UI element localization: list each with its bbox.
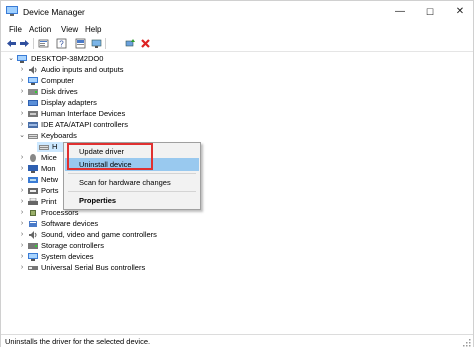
tree-item-label: Computer (41, 76, 74, 85)
chevron-right-icon[interactable]: › (19, 186, 25, 196)
storage-icon (28, 243, 38, 249)
chevron-right-icon[interactable]: › (19, 87, 25, 97)
keyboard-icon (28, 134, 38, 139)
tree-item-label: Audio inputs and outputs (41, 65, 124, 74)
menu-item-properties[interactable]: Properties (65, 194, 199, 207)
menu-separator (68, 173, 196, 174)
toolbar-separator (105, 38, 106, 49)
update-driver-icon[interactable] (75, 38, 86, 49)
ide-icon (28, 122, 38, 128)
svg-text:?: ? (59, 40, 64, 49)
menu-item-label: Properties (79, 196, 117, 205)
chevron-right-icon[interactable]: › (19, 219, 25, 229)
menu-item-label: Scan for hardware changes (79, 178, 171, 187)
tree-item-label: Sound, video and game controllers (41, 230, 157, 239)
mouse-icon (30, 154, 36, 162)
toolbar: ? (1, 36, 473, 52)
chevron-right-icon[interactable]: › (19, 98, 25, 108)
menu-view[interactable]: View (61, 23, 78, 36)
chevron-right-icon[interactable]: › (19, 252, 25, 262)
menu-file[interactable]: File (9, 23, 22, 36)
toolbar-separator (33, 38, 34, 49)
chevron-right-icon[interactable]: › (19, 197, 25, 207)
close-button[interactable]: ✕ (445, 1, 474, 23)
tree-item-label: Storage controllers (41, 241, 104, 250)
chevron-right-icon[interactable]: › (19, 65, 25, 75)
highlight-annotation-box (67, 143, 153, 170)
add-legacy-icon[interactable] (125, 38, 136, 49)
usb-icon (28, 266, 38, 270)
display-icon (28, 100, 38, 106)
device-manager-window: Device Manager — ☐ ✕ File Action View He… (0, 0, 474, 348)
tree-item-label: Display adapters (41, 98, 97, 107)
menu-separator (68, 191, 196, 192)
maximize-button[interactable]: ☐ (415, 1, 445, 23)
status-text: Uninstalls the driver for the selected d… (5, 337, 151, 346)
chevron-right-icon[interactable]: › (19, 153, 25, 163)
sound-icon (29, 231, 37, 239)
computer-icon (17, 55, 27, 63)
software-icon (29, 221, 37, 227)
disk-icon (28, 89, 38, 95)
computer-icon (28, 77, 38, 85)
tree-item-label: Universal Serial Bus controllers (41, 263, 146, 272)
chevron-right-icon[interactable]: › (19, 76, 25, 86)
chevron-right-icon[interactable]: › (19, 263, 25, 273)
menu-help[interactable]: Help (85, 23, 101, 36)
tree-item-label: Ports (41, 186, 59, 195)
window-title: Device Manager (23, 7, 85, 17)
chevron-right-icon[interactable]: › (19, 241, 25, 251)
chevron-right-icon[interactable]: › (19, 230, 25, 240)
scan-hardware-icon[interactable] (91, 38, 102, 49)
minimize-button[interactable]: — (385, 1, 415, 23)
menu-action[interactable]: Action (29, 23, 51, 36)
tree-item-label: Print (41, 197, 57, 206)
speaker-icon (29, 66, 37, 74)
forward-arrow-icon[interactable] (19, 38, 30, 49)
uninstall-icon[interactable] (140, 38, 151, 49)
chevron-down-icon[interactable]: ⌄ (8, 54, 14, 64)
chevron-right-icon[interactable]: › (19, 109, 25, 119)
tree-item-label: H (52, 142, 58, 151)
monitor-icon (28, 165, 38, 173)
tree-item-label: Software devices (41, 219, 99, 228)
chevron-right-icon[interactable]: › (19, 208, 25, 218)
keyboard-icon (39, 145, 49, 150)
system-icon (28, 253, 38, 261)
tree-item-label: Disk drives (41, 87, 78, 96)
tree-item-label: IDE ATA/ATAPI controllers (41, 120, 128, 129)
tree-item-label: Mon (41, 164, 56, 173)
printer-icon (28, 198, 38, 205)
menu-bar: File Action View Help (1, 23, 473, 36)
status-bar: Uninstalls the driver for the selected d… (1, 334, 473, 348)
tree-item-label: Netw (41, 175, 59, 184)
tree-item-label: System devices (41, 252, 94, 261)
port-icon (28, 188, 38, 194)
tree-item-label: Human Interface Devices (41, 109, 126, 118)
tree-item-label: Keyboards (41, 131, 77, 140)
device-manager-icon (6, 6, 18, 16)
chevron-right-icon[interactable]: › (19, 164, 25, 174)
properties-icon[interactable] (38, 38, 49, 49)
hid-icon (28, 111, 38, 117)
help-icon[interactable]: ? (56, 38, 67, 49)
network-icon (28, 177, 38, 183)
resize-grip-icon[interactable] (463, 339, 471, 347)
menu-item-scan-hardware[interactable]: Scan for hardware changes (65, 176, 199, 189)
tree-root-label: DESKTOP-38M2DO0 (31, 54, 104, 63)
chevron-right-icon[interactable]: › (19, 175, 25, 185)
chevron-down-icon[interactable]: ⌄ (19, 131, 25, 141)
title-bar: Device Manager — ☐ ✕ (1, 1, 473, 23)
chevron-right-icon[interactable]: › (19, 120, 25, 130)
back-arrow-icon[interactable] (6, 38, 17, 49)
tree-item-label: Mice (41, 153, 57, 162)
processor-icon (30, 210, 36, 216)
